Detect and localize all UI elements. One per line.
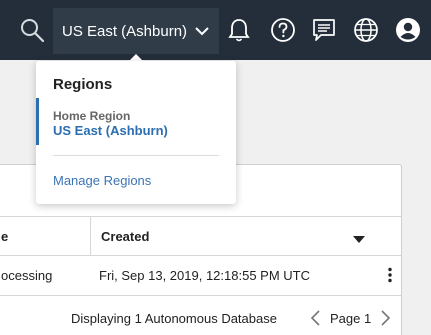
table-header: e Created [0, 216, 401, 256]
results-summary: Displaying 1 Autonomous Database [71, 311, 277, 326]
column-header-created[interactable]: Created [101, 217, 149, 255]
home-region-indicator [36, 98, 39, 145]
dropdown-divider [53, 155, 219, 156]
bell-icon[interactable] [225, 16, 253, 44]
chevron-down-icon [195, 26, 209, 36]
sort-caret-icon[interactable] [353, 231, 365, 249]
region-selector-button[interactable]: US East (Ashburn) [53, 8, 219, 54]
column-header-state[interactable]: e [1, 217, 8, 255]
user-icon[interactable] [394, 16, 422, 44]
chat-icon[interactable] [310, 16, 338, 44]
column-divider[interactable] [90, 217, 91, 255]
home-region-option[interactable]: US East (Ashburn) [53, 123, 168, 138]
home-region-label: Home Region [53, 109, 131, 123]
manage-regions-link[interactable]: Manage Regions [53, 173, 151, 188]
chevron-right-icon[interactable] [380, 309, 392, 332]
page-indicator: Page 1 [330, 311, 372, 326]
globe-icon[interactable] [352, 16, 380, 44]
regions-dropdown: Regions Home Region US East (Ashburn) Ma… [36, 61, 236, 204]
row-created: Fri, Sep 13, 2019, 12:18:55 PM UTC [99, 267, 310, 283]
table-row[interactable]: ocessing Fri, Sep 13, 2019, 12:18:55 PM … [0, 256, 401, 296]
top-navbar: US East (Ashburn) [0, 0, 431, 60]
regions-title: Regions [53, 76, 113, 93]
row-state: ocessing [1, 267, 53, 283]
search-icon[interactable] [18, 16, 46, 44]
region-selector-label: US East (Ashburn) [62, 22, 188, 40]
help-icon[interactable] [269, 16, 297, 44]
chevron-left-icon[interactable] [309, 309, 321, 332]
row-actions-icon[interactable] [388, 267, 392, 288]
